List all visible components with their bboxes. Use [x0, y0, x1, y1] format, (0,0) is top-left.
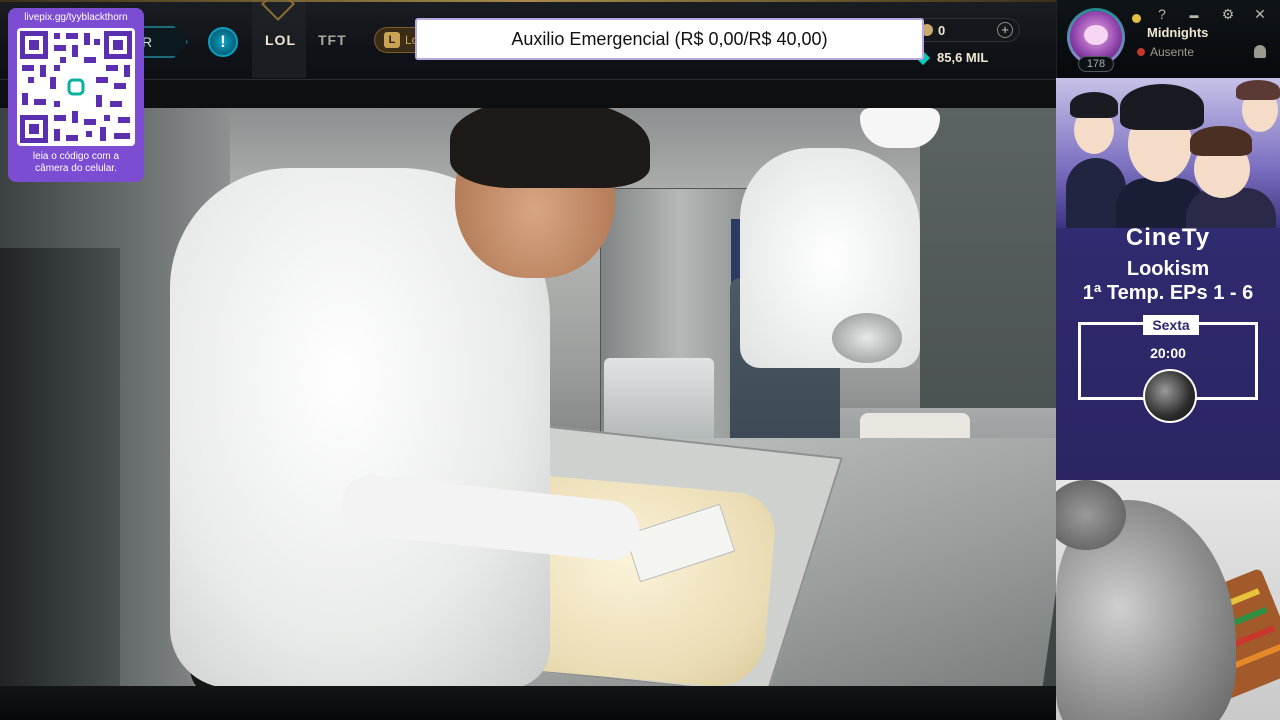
blue-essence-value: 85,6 MIL: [937, 50, 989, 65]
tab-lol[interactable]: LOL: [265, 32, 296, 48]
promo-character-hair: [1236, 80, 1280, 100]
profile-panel: 178 ? ▬ ⚙ ✕ Midnights Ausente: [1056, 0, 1280, 78]
promo-artwork: [1056, 78, 1280, 228]
video-chef1-hair: [450, 108, 650, 188]
add-rp-button[interactable]: +: [997, 22, 1013, 38]
qr-caption: leia o código com a câmera do celular.: [8, 151, 144, 175]
host-avatar: [1143, 369, 1197, 423]
riot-points-display[interactable]: 0 +: [912, 18, 1020, 42]
donation-goal-banner: Auxilio Emergencial (R$ 0,00/R$ 40,00): [415, 18, 924, 60]
loot-icon: L: [384, 32, 400, 48]
qr-code: [17, 28, 135, 146]
video-top-border: [0, 80, 1056, 108]
video-player: [0, 108, 1056, 686]
promo-character-hair: [1190, 126, 1252, 156]
level-badge: 178: [1078, 56, 1114, 72]
video-bottom-border: [0, 686, 1056, 720]
qr-url: livepix.gg/tyyblackthorn: [24, 12, 128, 23]
notification-bell-icon[interactable]: [1254, 45, 1266, 58]
schedule-time: 20:00: [1150, 345, 1186, 361]
cinety-promo-panel: CineTy Lookism 1ª Temp. EPs 1 - 6 Sexta …: [1056, 78, 1280, 480]
alert-icon[interactable]: !: [208, 27, 238, 57]
promo-character-hair: [1120, 84, 1204, 130]
video-cabinet: [0, 248, 120, 686]
summoner-name[interactable]: Midnights: [1147, 25, 1208, 40]
close-icon[interactable]: ✕: [1251, 6, 1269, 23]
schedule-day: Sexta: [1143, 315, 1199, 335]
video-bowl: [832, 313, 902, 363]
pet-camera: [1056, 480, 1280, 720]
settings-icon[interactable]: ⚙: [1219, 6, 1237, 23]
status-label: Ausente: [1150, 45, 1195, 59]
avatar-face: [1084, 25, 1108, 45]
video-chef2-hat: [860, 108, 940, 148]
promo-character-hair: [1070, 92, 1118, 118]
qr-caption-line1: leia o código com a: [32, 151, 120, 162]
schedule-box: Sexta 20:00: [1078, 315, 1258, 423]
promo-subtitle: 1ª Temp. EPs 1 - 6: [1082, 282, 1254, 304]
currency-wallet: 0 + 85,6 MIL: [912, 16, 1022, 72]
help-icon[interactable]: ?: [1153, 6, 1171, 22]
promo-title: Lookism: [1126, 258, 1210, 280]
qr-code-image: [20, 31, 132, 143]
minimize-icon[interactable]: ▬: [1185, 10, 1203, 20]
promo-brand: CineTy: [1125, 224, 1211, 251]
notification-dot-icon: [1132, 14, 1141, 23]
gold-trim: [0, 0, 1056, 2]
tab-tft[interactable]: TFT: [318, 32, 347, 48]
qr-donation-card: livepix.gg/tyyblackthorn leia o código c…: [8, 8, 144, 182]
status-text[interactable]: Ausente: [1137, 45, 1194, 59]
qr-caption-line2: câmera do celular.: [35, 163, 117, 174]
status-away-dot-icon: [1137, 48, 1145, 56]
rp-value: 0: [938, 23, 946, 38]
stream-screen: R ! LOL TFT L Lo 0 + 85,6 MIL Auxilio Em…: [0, 0, 1280, 720]
